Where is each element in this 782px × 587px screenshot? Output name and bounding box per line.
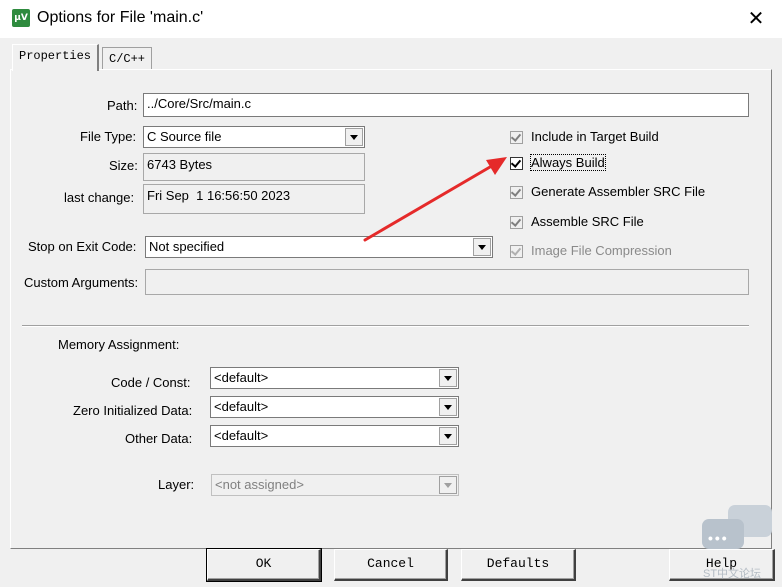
forum-watermark-logo: ••• [702, 505, 774, 555]
watermark-text: ST中文论坛 [703, 568, 762, 580]
ellipsis-icon: ••• [708, 530, 729, 546]
ok-button[interactable]: OK [206, 548, 322, 582]
tab-properties[interactable]: Properties [12, 44, 100, 71]
cancel-button[interactable]: Cancel [334, 549, 448, 581]
annotation-arrow [363, 157, 507, 242]
defaults-button[interactable]: Defaults [461, 549, 576, 581]
